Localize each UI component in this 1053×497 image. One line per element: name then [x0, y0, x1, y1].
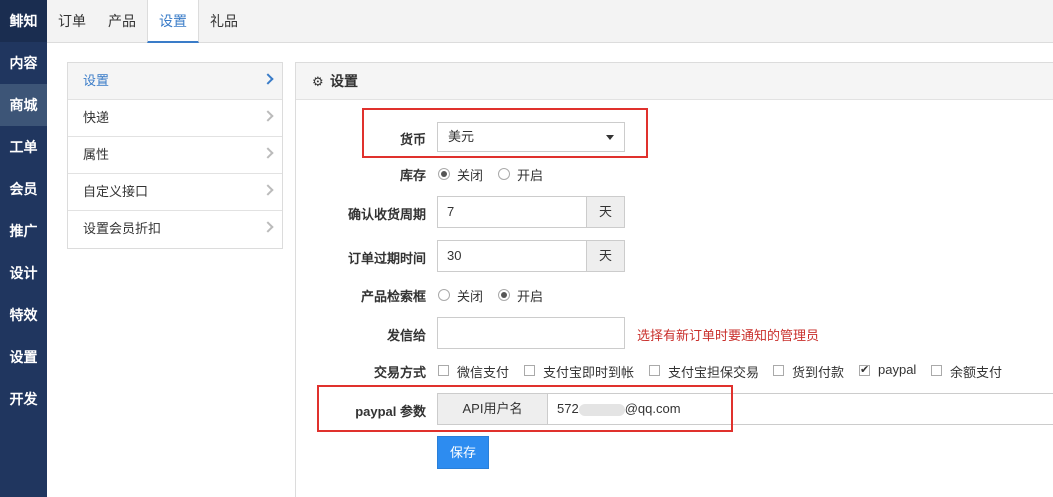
submenu-item-member-discount[interactable]: 设置会员折扣: [68, 211, 282, 248]
sidebar-item-design[interactable]: 设计: [0, 252, 47, 294]
payment-alipay-instant-checkbox[interactable]: [524, 365, 535, 376]
submenu-item-label: 快递: [83, 110, 110, 125]
submenu-item-custom-api[interactable]: 自定义接口: [68, 174, 282, 211]
stock-label: 库存: [399, 168, 426, 183]
payment-alipay-escrow-checkbox[interactable]: [649, 365, 660, 376]
payment-row: 交易方式 微信支付 支付宝即时到帐 支付宝担保交易 货到付款 paypal 余额…: [296, 360, 1053, 382]
top-navigation: 订单 产品 设置 礼品: [47, 0, 1053, 43]
main-sidebar: 鲱知 内容 商城 工单 会员 推广 设计 特效 设置 开发: [0, 0, 47, 497]
confirm-period-row: 确认收货周期 7 天: [296, 196, 1053, 228]
sidebar-item-members[interactable]: 会员: [0, 168, 47, 210]
search-box-off-label: 关闭: [457, 289, 484, 304]
notify-input[interactable]: [437, 317, 625, 349]
stock-off-label: 关闭: [457, 168, 484, 183]
order-expire-row: 订单过期时间 30 天: [296, 240, 1053, 272]
stock-on-radio[interactable]: [498, 168, 510, 180]
notify-row: 发信给 选择有新订单时要通知的管理员: [296, 317, 1053, 349]
search-box-row: 产品检索框 关闭 开启: [296, 284, 1053, 306]
order-expire-unit: 天: [586, 240, 625, 272]
stock-off-radio[interactable]: [438, 168, 450, 180]
gear-icon: ⚙: [312, 74, 324, 89]
stock-on-label: 开启: [517, 168, 544, 183]
submenu-item-attributes[interactable]: 属性: [68, 137, 282, 174]
stock-row: 库存 关闭 开启: [296, 163, 1053, 185]
chevron-right-icon: [262, 110, 274, 122]
highlight-box-paypal: [317, 385, 733, 432]
payment-paypal-checkbox[interactable]: [859, 363, 870, 376]
payment-balance-label: 余额支付: [950, 365, 1003, 380]
panel-header: ⚙ 设置: [296, 63, 1053, 100]
brand-logo[interactable]: 鲱知: [0, 0, 47, 42]
payment-alipay-instant-label: 支付宝即时到帐: [543, 365, 635, 380]
chevron-right-icon: [262, 73, 274, 85]
submenu-item-label: 属性: [83, 147, 110, 162]
panel-title: 设置: [330, 73, 358, 89]
payment-balance-checkbox[interactable]: [931, 365, 942, 376]
notify-hint: 选择有新订单时要通知的管理员: [637, 328, 820, 343]
order-expire-label: 订单过期时间: [347, 251, 426, 266]
submenu-item-label: 自定义接口: [83, 184, 149, 199]
sidebar-item-effects[interactable]: 特效: [0, 294, 47, 336]
sidebar-item-develop[interactable]: 开发: [0, 378, 47, 420]
sidebar-item-mall[interactable]: 商城: [0, 84, 47, 126]
confirm-period-unit: 天: [586, 196, 625, 228]
payment-cod-label: 货到付款: [792, 365, 845, 380]
submenu-item-express[interactable]: 快递: [68, 100, 282, 137]
search-box-off-radio[interactable]: [438, 289, 450, 301]
tab-orders[interactable]: 订单: [47, 0, 97, 43]
confirm-period-label: 确认收货周期: [347, 207, 426, 222]
submenu-item-settings[interactable]: 设置: [68, 63, 282, 100]
highlight-box-currency: [362, 108, 648, 158]
search-box-on-radio[interactable]: [498, 289, 510, 301]
payment-alipay-escrow-label: 支付宝担保交易: [668, 365, 760, 380]
search-box-on-label: 开启: [517, 289, 544, 304]
tab-products[interactable]: 产品: [97, 0, 147, 43]
sidebar-item-content[interactable]: 内容: [0, 42, 47, 84]
notify-label: 发信给: [386, 328, 426, 343]
chevron-right-icon: [262, 147, 274, 159]
submenu-item-label: 设置: [83, 73, 110, 88]
search-box-label: 产品检索框: [360, 289, 426, 304]
order-expire-input[interactable]: 30: [437, 240, 587, 272]
payment-label: 交易方式: [373, 365, 426, 380]
payment-cod-checkbox[interactable]: [773, 365, 784, 376]
payment-paypal-label: paypal: [878, 362, 917, 377]
confirm-period-input[interactable]: 7: [437, 196, 587, 228]
chevron-right-icon: [262, 184, 274, 196]
chevron-right-icon: [262, 221, 274, 233]
sidebar-item-promotion[interactable]: 推广: [0, 210, 47, 252]
tab-settings[interactable]: 设置: [147, 0, 199, 43]
save-button[interactable]: 保存: [437, 436, 489, 469]
settings-submenu: 设置 快递 属性 自定义接口 设置会员折扣: [67, 62, 283, 249]
payment-wechat-label: 微信支付: [457, 365, 510, 380]
tab-gifts[interactable]: 礼品: [199, 0, 249, 43]
sidebar-item-settings[interactable]: 设置: [0, 336, 47, 378]
sidebar-item-tickets[interactable]: 工单: [0, 126, 47, 168]
payment-wechat-checkbox[interactable]: [438, 365, 449, 376]
submenu-item-label: 设置会员折扣: [83, 221, 162, 236]
settings-panel: ⚙ 设置 货币 美元 库存 关闭 开启 确认收货周期 7 天 订单过期时间 30 …: [295, 62, 1053, 497]
